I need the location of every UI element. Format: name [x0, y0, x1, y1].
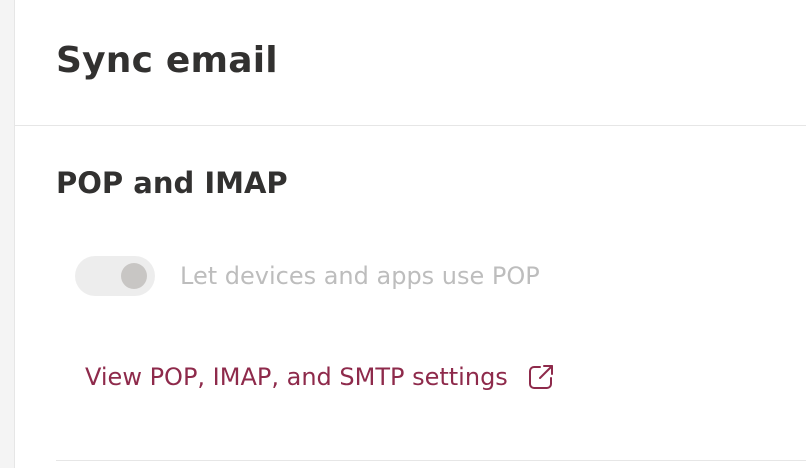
view-pop-imap-smtp-settings-link[interactable]: View POP, IMAP, and SMTP settings — [85, 360, 556, 394]
settings-link-label: View POP, IMAP, and SMTP settings — [85, 363, 508, 391]
left-rail — [0, 0, 15, 468]
pop-toggle-row: Let devices and apps use POP — [75, 256, 540, 296]
page-title: Sync email — [56, 40, 278, 81]
pop-toggle[interactable] — [75, 256, 155, 296]
external-link-icon — [528, 365, 553, 389]
pop-toggle-label: Let devices and apps use POP — [180, 262, 540, 290]
section-divider — [56, 460, 806, 461]
page-header: Sync email — [15, 0, 806, 126]
toggle-knob — [121, 263, 147, 289]
section-title-pop-imap: POP and IMAP — [56, 166, 288, 200]
settings-page: Sync email POP and IMAP Let devices and … — [0, 0, 806, 468]
